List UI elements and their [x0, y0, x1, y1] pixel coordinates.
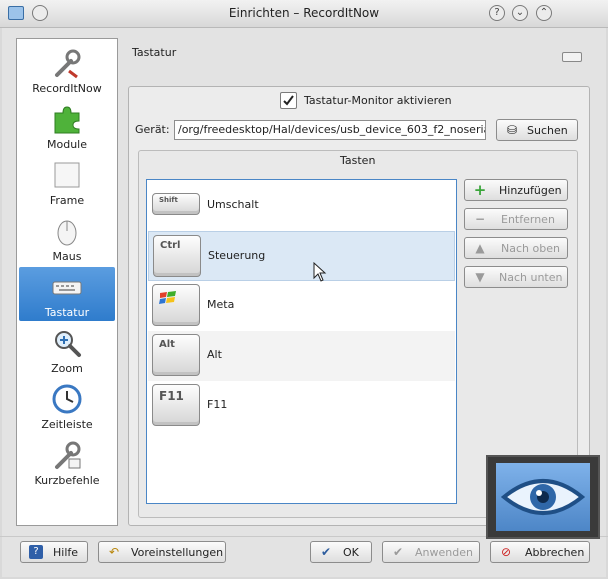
f11-key-icon: F11 [152, 384, 200, 426]
move-down-button-label: Nach unten [499, 271, 563, 284]
keycap-label: Shift [159, 196, 178, 204]
cancel-button[interactable]: ⊘ Abbrechen [490, 541, 590, 563]
help-window-button[interactable]: ? [489, 5, 505, 21]
sidebar-item-tastatur[interactable]: Tastatur [19, 267, 115, 321]
sidebar-item-kurzbefehle[interactable]: Kurzbefehle [19, 435, 115, 489]
sidebar-item-zoom[interactable]: Zoom [19, 323, 115, 377]
magnifier-icon [55, 331, 81, 357]
add-key-button-label: Hinzufügen [499, 184, 562, 197]
arrow-down-icon: ▼ [475, 270, 485, 284]
keycap-label: Alt [159, 339, 175, 350]
keycap-label: Ctrl [160, 240, 181, 251]
keycap-label: F11 [159, 389, 184, 403]
search-button-label: Suchen [527, 124, 568, 137]
key-name: Meta [207, 298, 235, 311]
sidebar-item-module[interactable]: Module [19, 99, 115, 153]
key-row-umschalt[interactable]: Shift Umschalt [148, 181, 455, 231]
keyboard-icon [52, 281, 82, 295]
eye-logo-icon [500, 479, 586, 515]
meta-key-icon [152, 284, 200, 326]
move-down-button[interactable]: ▼ Nach unten [464, 266, 568, 288]
wrench-icon [55, 49, 81, 79]
defaults-button[interactable]: ↶ Voreinstellungen [98, 541, 226, 563]
key-list[interactable]: Shift Umschalt Ctrl Steuerung Meta Alt A… [146, 179, 457, 504]
keyboard-icon [562, 52, 582, 62]
defaults-button-label: Voreinstellungen [131, 546, 224, 559]
minus-icon: − [474, 212, 486, 226]
monitor-checkbox-label: Tastatur-Monitor aktivieren [304, 94, 452, 107]
undo-icon: ↶ [108, 545, 120, 559]
cancel-button-label: Abbrechen [525, 546, 585, 559]
device-path-field[interactable]: /org/freedesktop/Hal/devices/usb_device_… [174, 120, 486, 140]
device-label: Gerät: [135, 123, 170, 136]
title-bar: Einrichten – RecordItNow ? ⌄ ⌃ [0, 0, 608, 28]
sidebar-item-label: Frame [49, 194, 85, 207]
sidebar-item-label: Tastatur [44, 306, 90, 319]
ctrl-key-icon: Ctrl [153, 235, 201, 277]
mouse-icon [57, 220, 77, 246]
page-title: Tastatur [132, 46, 177, 59]
key-row-meta[interactable]: Meta [148, 281, 455, 331]
sidebar-item-maus[interactable]: Maus [19, 211, 115, 265]
alt-key-icon: Alt [152, 334, 200, 376]
keys-group-title: Tasten [340, 154, 376, 167]
key-name: Umschalt [207, 198, 259, 211]
ok-button[interactable]: ✔ OK [310, 541, 372, 563]
clock-icon [52, 384, 82, 414]
key-row-steuerung[interactable]: Ctrl Steuerung [148, 231, 455, 281]
add-key-button[interactable]: + Hinzufügen [464, 179, 568, 201]
preview-panel [496, 463, 590, 531]
apply-button-label: Anwenden [415, 546, 473, 559]
binoculars-icon: ⛁ [506, 123, 518, 137]
sidebar-item-label: Zeitleiste [41, 418, 93, 431]
mouse-pointer-icon [313, 262, 327, 282]
monitor-checkbox[interactable] [280, 92, 297, 109]
cancel-icon: ⊘ [500, 545, 512, 559]
help-book-icon: ? [29, 545, 43, 559]
key-name: F11 [207, 398, 228, 411]
puzzle-icon [54, 106, 80, 134]
arrow-up-icon: ▲ [475, 241, 485, 255]
sidebar-item-frame[interactable]: Frame [19, 155, 115, 209]
move-up-button[interactable]: ▲ Nach oben [464, 237, 568, 259]
checkmark-icon [283, 95, 294, 106]
recorder-preview-thumbnail[interactable] [486, 455, 600, 539]
remove-key-button[interactable]: − Entfernen [464, 208, 568, 230]
apply-button[interactable]: ✔ Anwenden [382, 541, 480, 563]
sidebar-item-label: RecordItNow [32, 82, 102, 95]
plus-icon: + [473, 181, 487, 199]
search-button[interactable]: ⛁ Suchen [496, 119, 578, 141]
key-row-alt[interactable]: Alt Alt [148, 331, 455, 381]
sidebar-item-recorditnow[interactable]: RecordItNow [19, 43, 115, 97]
ok-button-label: OK [343, 546, 359, 559]
minimize-button[interactable]: ⌄ [512, 5, 528, 21]
shortcuts-icon [55, 441, 81, 469]
remove-key-button-label: Entfernen [501, 213, 555, 226]
sidebar-item-label: Kurzbefehle [34, 474, 100, 487]
key-name: Alt [207, 348, 222, 361]
help-button[interactable]: ? Hilfe [20, 541, 88, 563]
checkmark-icon: ✔ [392, 545, 404, 559]
shift-key-icon: Shift [152, 193, 200, 215]
sidebar-item-label: Module [47, 138, 87, 151]
move-up-button-label: Nach oben [501, 242, 560, 255]
sidebar-item-zeitleiste[interactable]: Zeitleiste [19, 379, 115, 433]
sidebar-item-label: Zoom [51, 362, 83, 375]
frame-icon [54, 162, 80, 188]
category-sidebar: RecordItNow Module Frame Maus Tastatur Z… [16, 38, 118, 526]
maximize-button[interactable]: ⌃ [536, 5, 552, 21]
help-button-label: Hilfe [53, 546, 79, 559]
checkmark-icon: ✔ [320, 545, 332, 559]
key-name: Steuerung [208, 249, 266, 262]
key-row-f11[interactable]: F11 F11 [148, 381, 455, 431]
windows-logo-icon [159, 291, 176, 304]
sidebar-item-label: Maus [52, 250, 82, 263]
